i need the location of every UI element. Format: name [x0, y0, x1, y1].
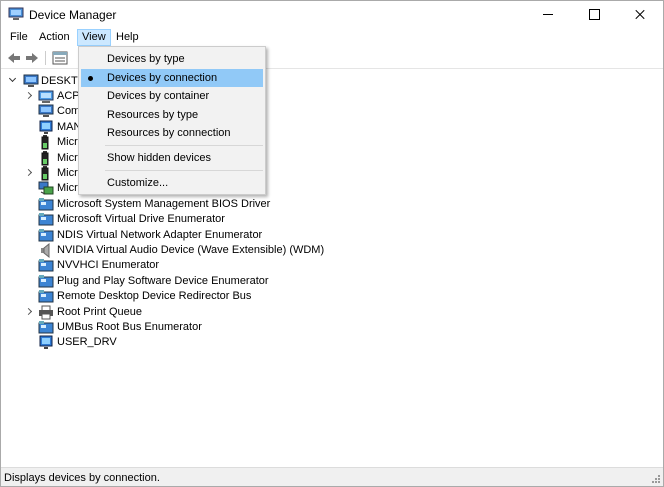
view-menu-item[interactable]: Devices by container	[81, 87, 263, 105]
computer-icon	[38, 104, 54, 118]
tree-item[interactable]: USER_DRV	[1, 335, 401, 350]
tree-item-label: USER_DRV	[57, 336, 117, 349]
tree-item-label: Remote Desktop Device Redirector Bus	[57, 290, 252, 303]
menu-file[interactable]: File	[6, 29, 32, 46]
view-menu-item[interactable]: Resources by connection	[81, 124, 263, 142]
tree-item[interactable]: Microsoft System Management BIOS Driver	[1, 197, 401, 212]
system-device-icon	[38, 290, 54, 303]
tree-item-label: Micr	[57, 151, 78, 164]
tree-item-label: Micr	[57, 167, 78, 179]
view-menu-item-label: Customize...	[107, 177, 169, 189]
monitor-icon	[39, 120, 53, 134]
battery-icon	[41, 150, 49, 166]
tree-item[interactable]: NVIDIA Virtual Audio Device (Wave Extens…	[1, 243, 401, 258]
menu-view[interactable]: View	[77, 29, 111, 46]
radio-bullet-icon	[88, 76, 93, 81]
system-device-icon	[38, 228, 54, 242]
monitor-icon	[39, 335, 53, 350]
view-menu-item[interactable]: Customize...	[81, 174, 263, 192]
view-menu-dropdown: Devices by type Devices by connection Devi…	[78, 46, 266, 195]
tree-item-label: UMBus Root Bus Enumerator	[57, 321, 202, 333]
view-menu-item-label: Devices by container	[107, 90, 210, 102]
system-device-icon	[38, 321, 54, 334]
system-device-icon	[38, 197, 54, 211]
view-menu-item[interactable]: Devices by connection	[81, 69, 263, 87]
view-menu-item[interactable]: Resources by type	[81, 106, 263, 124]
battery-icon	[41, 135, 49, 150]
tree-item[interactable]: Microsoft Virtual Drive Enumerator	[1, 212, 401, 227]
tree-item-label: Microsoft Virtual Drive Enumerator	[57, 213, 225, 226]
menu-help[interactable]: Help	[112, 29, 143, 46]
toolbar-separator	[45, 51, 46, 65]
tree-item-label: NVVHCI Enumerator	[57, 259, 160, 272]
acpi-icon	[38, 90, 54, 103]
tree-item-label: Microsoft System Management BIOS Driver	[57, 197, 271, 210]
tree-item[interactable]: UMBus Root Bus Enumerator	[1, 320, 401, 335]
tree-item[interactable]: NVVHCI Enumerator	[1, 258, 401, 273]
view-menu-item-label: Devices by type	[107, 53, 185, 65]
resize-grip-icon[interactable]	[651, 474, 661, 484]
tree-item[interactable]: Plug and Play Software Device Enumerator	[1, 274, 401, 289]
close-button[interactable]	[617, 1, 663, 28]
tree-item-label: ACP	[57, 90, 80, 102]
computer-icon	[23, 74, 39, 87]
tree-item-label: Micr	[57, 136, 78, 149]
printer-icon	[39, 305, 53, 320]
menu-separator	[105, 145, 263, 146]
battery-icon	[41, 166, 49, 181]
tree-item[interactable]: Root Print Queue	[1, 305, 401, 320]
status-text: Displays devices by connection.	[4, 472, 160, 484]
title-bar[interactable]: Device Manager	[1, 1, 663, 28]
expand-icon[interactable]	[24, 168, 34, 178]
menu-action[interactable]: Action	[35, 29, 74, 46]
collapse-icon[interactable]	[8, 76, 18, 86]
tree-item-label: Micr	[57, 182, 78, 195]
view-menu-item[interactable]: Show hidden devices	[81, 149, 263, 167]
system-device-icon	[38, 213, 54, 226]
status-bar: Displays devices by connection.	[1, 467, 663, 486]
tree-item-label: NVIDIA Virtual Audio Device (Wave Extens…	[57, 244, 325, 256]
tree-item-label: Plug and Play Software Device Enumerator	[57, 274, 269, 287]
system-device-icon	[38, 259, 54, 272]
tree-item-label: Root Print Queue	[57, 305, 142, 318]
window-title: Device Manager	[29, 8, 117, 22]
menu-separator	[105, 170, 263, 171]
view-menu-item-label: Devices by connection	[107, 72, 218, 84]
device-manager-icon	[8, 7, 24, 20]
view-menu-item[interactable]: Devices by type	[81, 50, 263, 68]
system-device-icon	[38, 274, 54, 288]
arrow-left-icon[interactable]	[5, 50, 23, 66]
network-icon	[38, 181, 54, 195]
tree-item-label: Com	[57, 105, 81, 118]
device-manager-window: Device Manager File Action View Help DES…	[0, 0, 664, 487]
menu-bar: File Action View Help	[1, 28, 663, 47]
tree-item-label: NDIS Virtual Network Adapter Enumerator	[57, 228, 263, 241]
arrow-right-icon[interactable]	[23, 50, 41, 66]
view-menu-item-label: Resources by connection	[107, 127, 231, 139]
speaker-icon	[41, 243, 50, 258]
properties-icon[interactable]	[51, 50, 69, 66]
view-menu-item-label: Show hidden devices	[107, 152, 211, 164]
tree-item[interactable]: Remote Desktop Device Redirector Bus	[1, 289, 401, 304]
view-menu-item-label: Resources by type	[107, 109, 199, 121]
expand-icon[interactable]	[24, 307, 34, 317]
minimize-button[interactable]	[525, 1, 571, 28]
tree-item[interactable]: NDIS Virtual Network Adapter Enumerator	[1, 228, 401, 243]
expand-icon[interactable]	[24, 91, 34, 101]
maximize-button[interactable]	[571, 1, 617, 28]
